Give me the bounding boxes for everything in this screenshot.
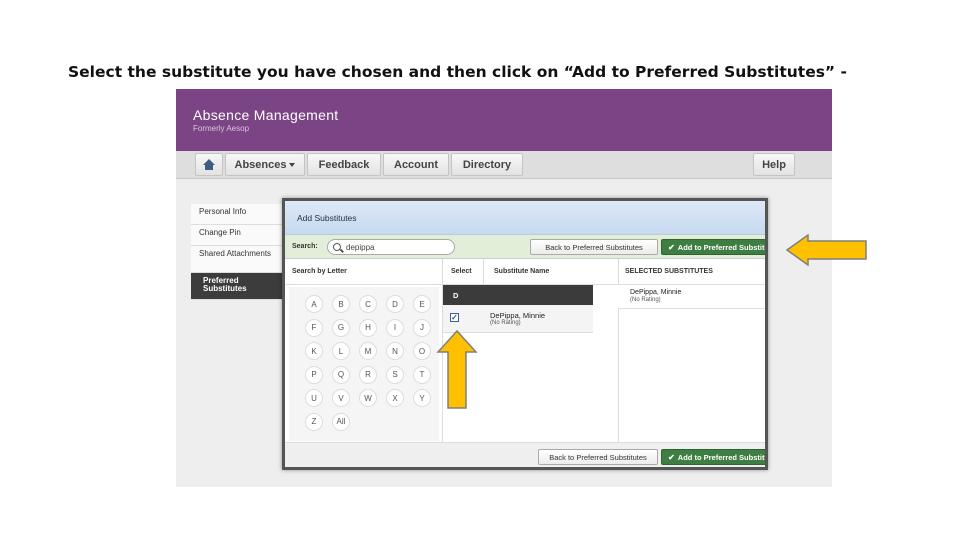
add-to-preferred-label: Add to Preferred Substitutes	[677, 242, 765, 252]
nav-directory[interactable]: Directory	[451, 153, 523, 176]
nav-account-label: Account	[394, 158, 438, 171]
letter-button[interactable]: H	[359, 318, 377, 337]
sidebar-item-change-pin[interactable]: Change Pin	[191, 225, 286, 246]
letter-button[interactable]: Z	[305, 412, 323, 431]
col-search-by-letter: Search by Letter	[292, 268, 347, 275]
home-button[interactable]	[195, 153, 223, 176]
col-substitute-name: Substitute Name	[494, 268, 550, 275]
letter-button[interactable]: S	[386, 365, 404, 384]
search-row: Search: Back to Preferred Substitutes ✔A…	[285, 235, 765, 259]
add-to-preferred-button-top[interactable]: ✔Add to Preferred Substitutes	[661, 239, 765, 255]
group-letter: D	[453, 291, 459, 300]
letter-button[interactable]: K	[305, 342, 323, 360]
check-icon: ✔	[668, 452, 675, 462]
check-icon: ✔	[668, 242, 675, 252]
letter-button[interactable]: Q	[332, 365, 350, 384]
letter-button[interactable]: C	[359, 295, 377, 313]
app-title: Absence Management	[193, 107, 339, 123]
letter-button[interactable]: Y	[413, 389, 431, 407]
result-row[interactable]: ✓ DePippa, Minnie (No Rating)	[443, 305, 593, 333]
add-to-preferred-button-bottom[interactable]: ✔Add to Preferred Substitutes	[661, 449, 765, 465]
select-checkbox[interactable]: ✓	[450, 313, 459, 322]
letter-button[interactable]: W	[359, 389, 377, 407]
sidebar-item-personal-info[interactable]: Personal Info	[191, 204, 286, 225]
nav-absences-label: Absences	[234, 158, 287, 171]
modal-footer: Back to Preferred Substitutes ✔ Add to Pr…	[285, 442, 765, 467]
screenshot: Absence Management Formerly Aesop Absenc…	[176, 89, 832, 487]
nav-help-label: Help	[762, 158, 786, 171]
letter-button[interactable]: M	[359, 342, 377, 360]
letter-button[interactable]: T	[413, 365, 431, 384]
letter-button[interactable]: All	[332, 412, 350, 431]
search-label: Search:	[292, 243, 318, 250]
nav-absences[interactable]: Absences	[225, 153, 305, 176]
back-to-preferred-button-top[interactable]: Back to Preferred Substitutes	[530, 239, 658, 255]
home-icon	[203, 159, 215, 170]
letter-button[interactable]: B	[332, 295, 350, 313]
app-header: Absence Management Formerly Aesop	[176, 89, 832, 151]
letter-button[interactable]: D	[386, 295, 404, 313]
nav-directory-label: Directory	[462, 158, 512, 171]
modal-header: Add Substitutes	[285, 201, 765, 235]
search-icon	[333, 243, 341, 251]
sidebar: Personal Info Change Pin Shared Attachme…	[191, 204, 286, 300]
arrow-right-annotation	[786, 234, 867, 266]
search-input[interactable]	[327, 239, 455, 255]
letter-button[interactable]: G	[332, 318, 350, 337]
letter-button[interactable]: X	[386, 389, 404, 407]
back-to-preferred-label: Back to Preferred Substitutes	[545, 242, 643, 252]
letter-button[interactable]: F	[305, 318, 323, 337]
letter-button[interactable]: J	[413, 318, 431, 337]
letter-button[interactable]: V	[332, 389, 350, 407]
letter-button[interactable]: I	[386, 318, 404, 337]
substitute-rating: (No Rating)	[490, 320, 521, 326]
col-selected-substitutes: SELECTED SUBSTITUTES	[625, 268, 713, 275]
add-substitutes-modal: Add Substitutes Search: Back to Preferre…	[282, 198, 768, 470]
letter-button[interactable]: N	[386, 342, 404, 360]
add-to-preferred-label: Add to Preferred Substitutes	[677, 452, 765, 462]
substitute-name: DePippa, Minnie	[490, 311, 546, 320]
selected-substitute-rating: (No Rating)	[630, 297, 661, 303]
slide-caption: Select the substitute you have chosen an…	[68, 63, 847, 81]
modal-title: Add Substitutes	[297, 213, 357, 223]
navbar: Absences Feedback Account Directory Help	[176, 151, 832, 179]
letter-button[interactable]: A	[305, 295, 323, 313]
nav-account[interactable]: Account	[383, 153, 449, 176]
sidebar-item-preferred-substitutes[interactable]: Preferred Substitutes	[191, 273, 286, 300]
app-subtitle: Formerly Aesop	[193, 124, 250, 133]
back-to-preferred-button-bottom[interactable]: Back to Preferred Substitutes	[538, 449, 658, 465]
result-group-header: D	[443, 285, 593, 305]
nav-help[interactable]: Help	[753, 153, 795, 176]
nav-feedback[interactable]: Feedback	[307, 153, 381, 176]
letter-button[interactable]: P	[305, 365, 323, 384]
column-headers: Search by Letter Select Substitute Name …	[285, 259, 765, 285]
letter-button[interactable]: L	[332, 342, 350, 360]
letter-button[interactable]: U	[305, 389, 323, 407]
chevron-down-icon	[289, 162, 296, 167]
letter-grid: A B C D E F G H I J K L M N O P Q R S T U V W X Y Z All	[289, 287, 439, 441]
sidebar-item-shared-attachments[interactable]: Shared Attachments	[191, 246, 286, 273]
selected-substitute-row: DePippa, Minnie (No Rating)	[618, 285, 765, 309]
letter-button[interactable]: O	[413, 342, 431, 360]
col-select: Select	[451, 268, 472, 275]
arrow-up-annotation	[436, 330, 478, 409]
letter-button[interactable]: E	[413, 295, 431, 313]
column-divider	[483, 259, 484, 285]
nav-feedback-label: Feedback	[318, 158, 370, 171]
letter-button[interactable]: R	[359, 365, 377, 384]
back-to-preferred-label: Back to Preferred Substitutes	[549, 452, 647, 462]
selected-substitute-name: DePippa, Minnie	[630, 289, 682, 296]
